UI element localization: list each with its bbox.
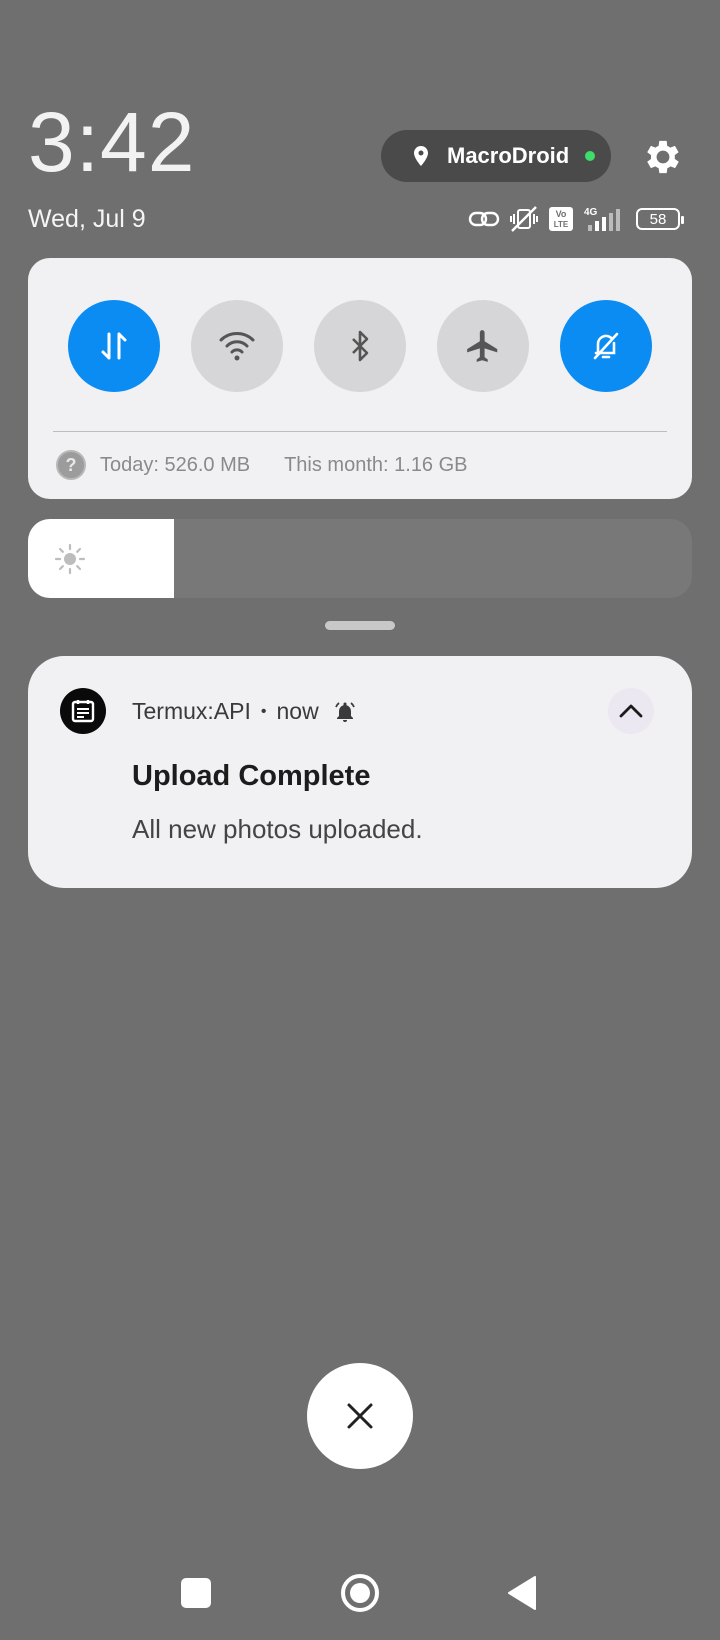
data-transfer-icon	[101, 332, 127, 360]
bluetooth-toggle[interactable]	[314, 300, 406, 392]
date[interactable]: Wed, Jul 9	[28, 205, 146, 234]
location-chip[interactable]: MacroDroid	[381, 130, 611, 182]
notification-separator: •	[260, 702, 267, 720]
mobile-data-toggle[interactable]	[68, 300, 160, 392]
clock[interactable]: 3:42	[28, 100, 196, 184]
close-icon	[347, 1403, 373, 1429]
notification-title: Upload Complete	[132, 760, 371, 792]
location-chip-label: MacroDroid	[447, 143, 570, 168]
recent-apps-button[interactable]	[181, 1578, 211, 1608]
vibrate-off-icon	[510, 206, 538, 232]
help-icon[interactable]: ?	[56, 450, 86, 480]
notification-app-name: Termux:API	[132, 698, 251, 724]
bell-icon	[334, 701, 355, 722]
data-usage[interactable]: ? Today: 526.0 MB This month: 1.16 GB	[56, 448, 468, 482]
brightness-slider[interactable]	[28, 519, 692, 598]
link-icon	[468, 211, 500, 227]
home-button[interactable]	[340, 1573, 380, 1613]
quick-settings-panel: ? Today: 526.0 MB This month: 1.16 GB	[28, 258, 692, 499]
location-pin-icon	[414, 146, 428, 166]
gear-icon[interactable]	[641, 135, 685, 179]
usage-today: Today: 526.0 MB	[100, 453, 251, 476]
sun-icon	[54, 543, 86, 575]
calendar-note-icon	[60, 688, 106, 734]
chevron-up-icon	[619, 704, 643, 718]
airplane-icon	[467, 330, 498, 362]
collapse-button[interactable]	[608, 688, 654, 734]
notification-card[interactable]: Termux:API • now Upload Complete All new…	[28, 656, 692, 888]
volte-icon: Vo LTE	[549, 207, 573, 231]
drag-handle[interactable]	[325, 621, 395, 630]
notification-body: All new photos uploaded.	[132, 814, 423, 844]
quick-settings-divider	[53, 431, 667, 432]
dismiss-all-button[interactable]	[307, 1363, 413, 1469]
bell-off-icon	[593, 332, 619, 360]
do-not-disturb-toggle[interactable]	[560, 300, 652, 392]
wifi-toggle[interactable]	[191, 300, 283, 392]
notification-time: now	[276, 698, 319, 724]
brightness-level	[28, 519, 175, 598]
4g-signal-icon: 4G	[584, 207, 620, 231]
svg-text:Vo: Vo	[556, 209, 567, 219]
battery-indicator: 58	[636, 208, 684, 230]
back-button[interactable]	[506, 1575, 538, 1611]
status-icons: Vo LTE 4G 58	[468, 204, 684, 234]
bluetooth-icon	[352, 330, 369, 362]
svg-text:LTE: LTE	[554, 220, 569, 229]
notification-meta: Termux:API • now	[132, 698, 357, 725]
svg-text:4G: 4G	[584, 207, 598, 218]
usage-month: This month: 1.16 GB	[284, 453, 468, 476]
location-status-dot	[585, 151, 596, 161]
airplane-mode-toggle[interactable]	[437, 300, 529, 392]
wifi-icon	[219, 332, 255, 361]
